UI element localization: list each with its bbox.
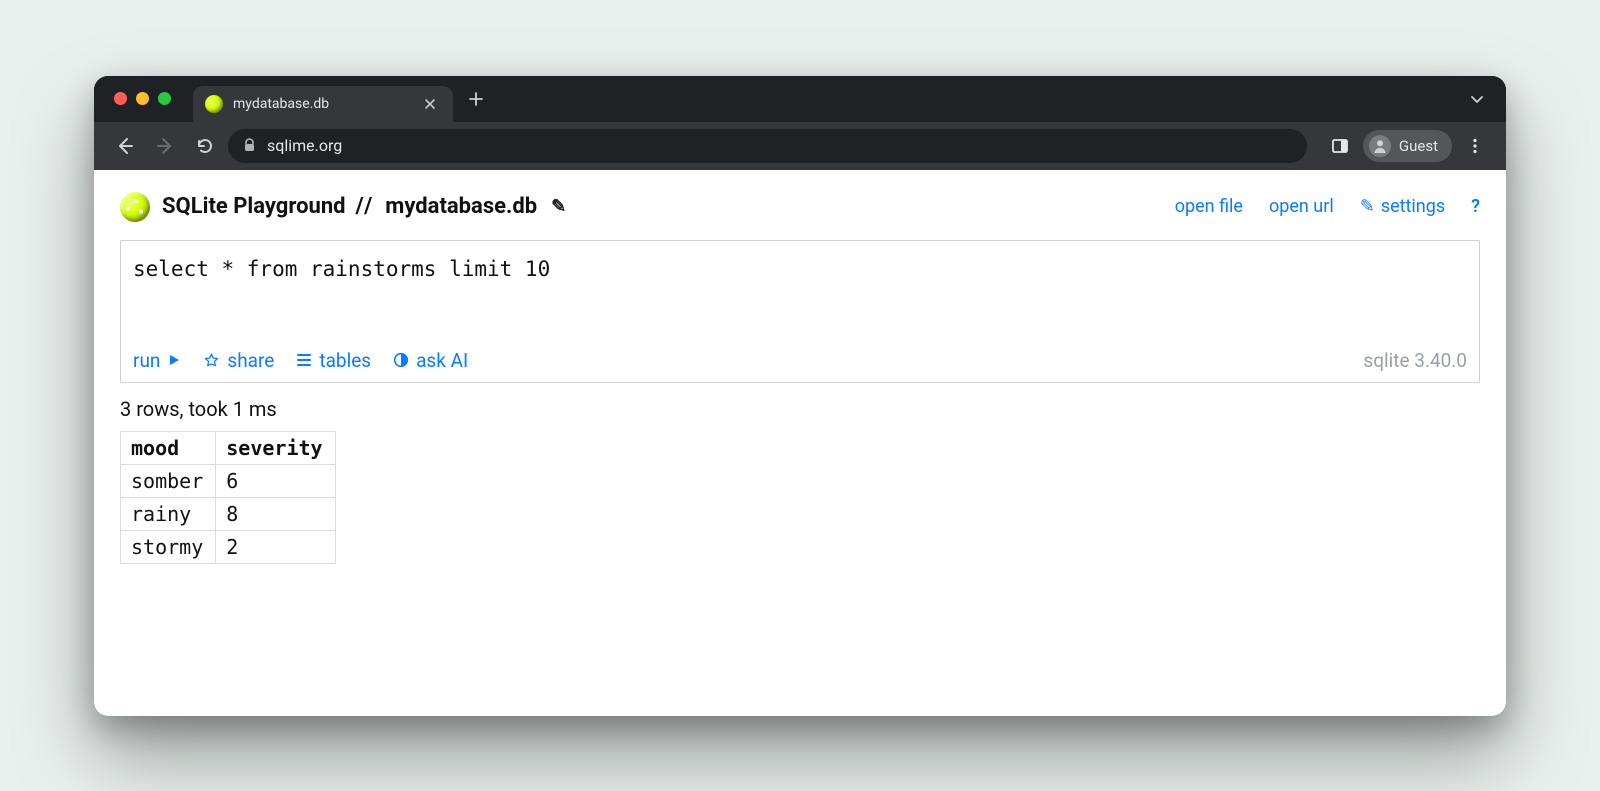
result-cell: 2 [216, 530, 335, 563]
profile-label: Guest [1399, 137, 1438, 155]
nav-back-button[interactable] [108, 129, 142, 163]
address-bar[interactable]: sqlime.org [228, 129, 1307, 163]
result-cell: 8 [216, 497, 335, 530]
share-button[interactable]: share [203, 349, 274, 372]
editor-toolbar: run share [121, 345, 1479, 382]
browser-toolbar: sqlime.org Guest [94, 122, 1506, 170]
page-title: SQLite Playground // mydatabase.db ✎ [162, 194, 566, 219]
app-logo-icon [120, 192, 150, 222]
table-row: rainy8 [121, 497, 336, 530]
tab-title: mydatabase.db [233, 96, 411, 112]
tab-overflow-button[interactable] [1462, 84, 1492, 114]
play-icon [167, 353, 181, 367]
star-icon [203, 352, 220, 369]
tab-strip: mydatabase.db [94, 76, 1506, 122]
settings-label: settings [1381, 196, 1445, 217]
help-link[interactable]: ? [1471, 196, 1480, 217]
run-button[interactable]: run [133, 349, 181, 372]
window-minimize-button[interactable] [136, 92, 149, 105]
db-name[interactable]: mydatabase.db [385, 194, 537, 219]
tab-close-button[interactable] [421, 95, 439, 113]
result-status: 3 rows, took 1 ms [120, 397, 1480, 421]
result-table: moodseverity somber6rainy8stormy2 [120, 431, 336, 564]
new-tab-button[interactable] [461, 84, 491, 114]
window-controls [114, 92, 171, 105]
ask-ai-button[interactable]: ask AI [393, 349, 468, 372]
result-cell: rainy [121, 497, 216, 530]
open-url-link[interactable]: open url [1269, 196, 1334, 217]
contrast-icon [393, 352, 409, 368]
browser-tab[interactable]: mydatabase.db [193, 86, 453, 122]
pencil-icon[interactable]: ✎ [551, 196, 566, 217]
browser-window: mydatabase.db [94, 76, 1506, 716]
page-header: SQLite Playground // mydatabase.db ✎ ope… [120, 192, 1480, 222]
toolbar-right-cluster: Guest [1323, 129, 1492, 163]
lock-icon [242, 138, 257, 153]
browser-menu-button[interactable] [1458, 129, 1492, 163]
ask-ai-label: ask AI [416, 349, 468, 372]
window-zoom-button[interactable] [158, 92, 171, 105]
result-column-header: mood [121, 431, 216, 464]
table-row: stormy2 [121, 530, 336, 563]
result-header-row: moodseverity [121, 431, 336, 464]
address-url: sqlime.org [267, 136, 342, 155]
page-actions: open file open url ✎ settings ? [1175, 196, 1480, 217]
result-cell: 6 [216, 464, 335, 497]
result-cell: somber [121, 464, 216, 497]
run-label: run [133, 349, 160, 372]
title-separator: // [356, 194, 376, 219]
share-label: share [227, 349, 274, 372]
open-file-link[interactable]: open file [1175, 196, 1243, 217]
page-content: SQLite Playground // mydatabase.db ✎ ope… [94, 170, 1506, 716]
nav-reload-button[interactable] [188, 129, 222, 163]
tab-favicon-icon [205, 95, 223, 113]
avatar-icon [1369, 135, 1391, 157]
sql-editor[interactable]: select * from rainstorms limit 10 [121, 241, 1479, 345]
profile-button[interactable]: Guest [1363, 130, 1452, 162]
list-icon [296, 352, 312, 368]
tables-label: tables [319, 349, 371, 372]
tables-button[interactable]: tables [296, 349, 371, 372]
editor-panel: select * from rainstorms limit 10 run sh… [120, 240, 1480, 383]
result-column-header: severity [216, 431, 335, 464]
settings-link[interactable]: ✎ settings [1360, 196, 1445, 217]
nav-forward-button[interactable] [148, 129, 182, 163]
result-cell: stormy [121, 530, 216, 563]
table-row: somber6 [121, 464, 336, 497]
window-close-button[interactable] [114, 92, 127, 105]
side-panel-button[interactable] [1323, 129, 1357, 163]
settings-icon: ✎ [1360, 196, 1375, 217]
sqlite-version: sqlite 3.40.0 [1363, 349, 1467, 372]
app-name: SQLite Playground [162, 194, 346, 219]
